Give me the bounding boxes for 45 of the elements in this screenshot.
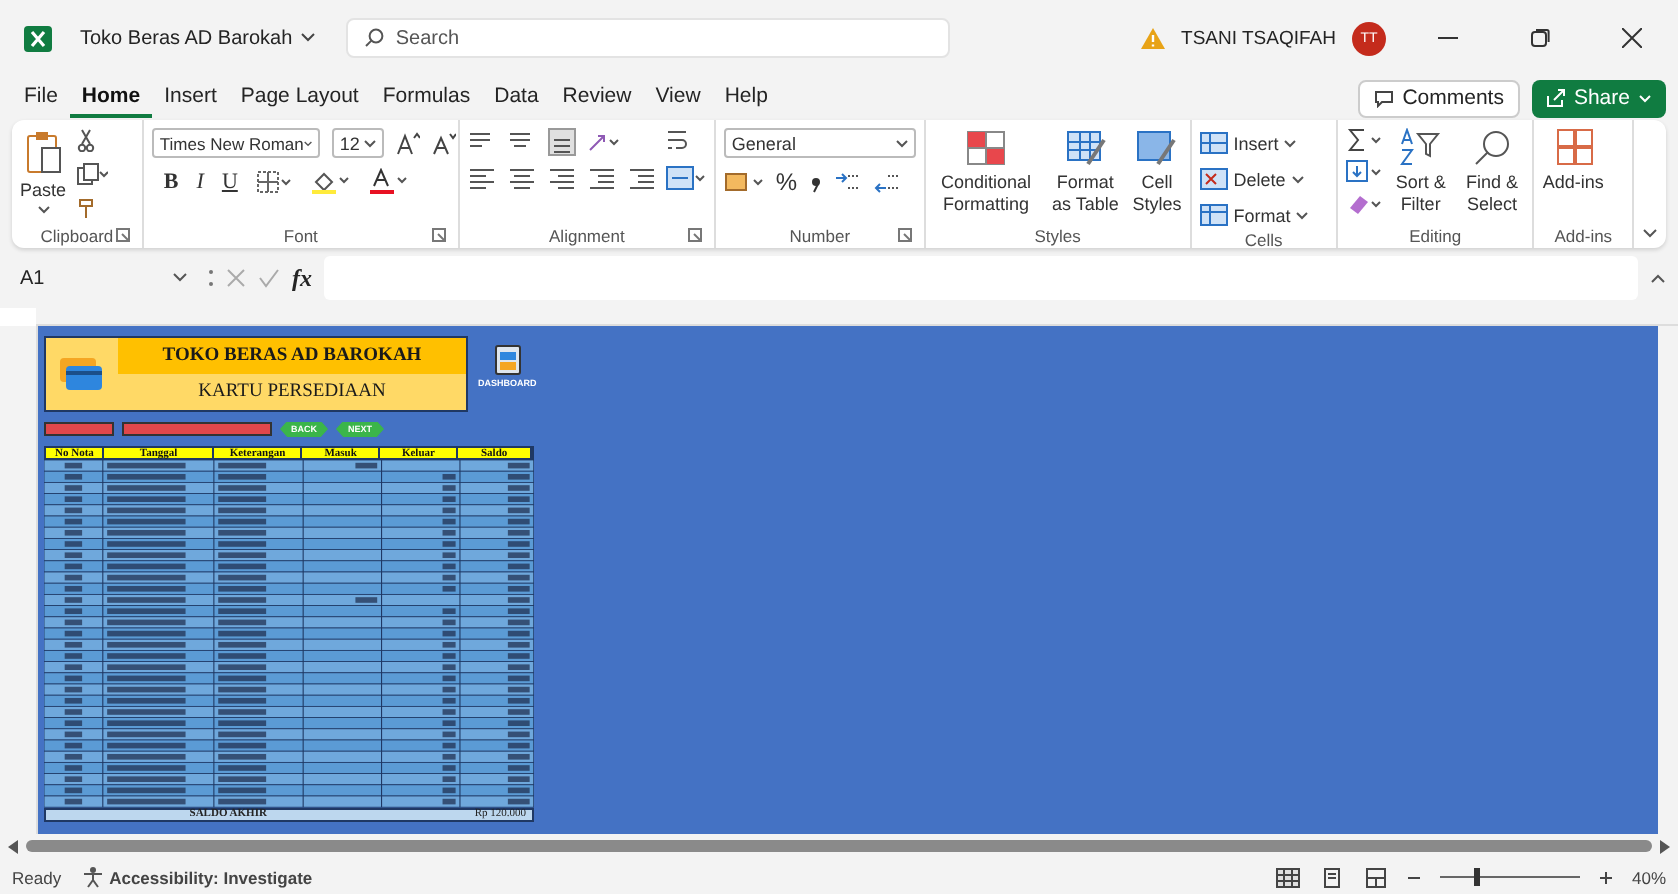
menu-tab[interactable]: Data xyxy=(482,78,551,118)
menu-tab[interactable]: Help xyxy=(712,78,780,118)
format-as-table-button[interactable]: Format as Table xyxy=(1048,128,1123,216)
menu-tab[interactable]: File xyxy=(12,78,70,118)
sheet-subtitle: KARTU PERSEDIAAN xyxy=(198,382,386,402)
number-format-field[interactable]: General xyxy=(723,128,916,158)
zoom-level[interactable]: 40% xyxy=(1631,867,1666,887)
status-text: Ready xyxy=(12,867,62,887)
editing-group-label: Editing xyxy=(1409,225,1462,245)
menu-tab[interactable]: Formulas xyxy=(370,78,483,118)
share-button[interactable]: Share xyxy=(1531,79,1666,117)
find-select-button[interactable]: Find & Select xyxy=(1459,128,1525,216)
delete-button[interactable]: Delete xyxy=(1199,164,1309,194)
sort-filter-button[interactable]: Sort & Filter xyxy=(1391,128,1450,216)
insert-button[interactable]: Insert xyxy=(1199,128,1309,158)
cell-styles-button[interactable]: Cell Styles xyxy=(1132,128,1182,216)
alignment-group-label: Alignment xyxy=(549,225,625,245)
menu-tab[interactable]: Page Layout xyxy=(228,78,371,118)
search-field[interactable]: Search xyxy=(345,18,950,58)
font-group-label: Font xyxy=(283,225,318,245)
percent-button[interactable]: % xyxy=(775,168,798,196)
menu-tab[interactable]: Insert xyxy=(152,78,229,118)
cells-group-label: Cells xyxy=(1244,230,1283,250)
workbook-title[interactable]: Toko Beras AD Barokah xyxy=(80,27,293,49)
add-ins-button[interactable]: Add-ins xyxy=(1542,128,1604,194)
menu-tab[interactable]: View xyxy=(643,78,713,118)
italic-button[interactable]: I xyxy=(196,169,204,193)
sheet-title: TOKO BERAS AD BAROKAH xyxy=(162,346,422,366)
format-button[interactable]: Format xyxy=(1199,200,1309,230)
conditional-formatting-button[interactable]: Conditional Formatting xyxy=(933,128,1039,216)
clipboard-group-label: Clipboard xyxy=(40,225,114,245)
insert-function-button[interactable]: fx xyxy=(292,263,312,293)
paste-button[interactable]: Paste xyxy=(20,128,67,214)
bold-button[interactable]: B xyxy=(163,169,179,193)
comments-button[interactable]: Comments xyxy=(1358,79,1520,117)
underline-button[interactable]: U xyxy=(221,169,238,193)
accessibility-status[interactable]: Accessibility: Investigate xyxy=(109,867,313,887)
menu-tab[interactable]: Review xyxy=(550,78,644,118)
number-group-label: Number xyxy=(789,225,851,245)
font-name-field[interactable]: Times New Roman xyxy=(151,128,320,158)
name-box[interactable]: A1 xyxy=(12,260,196,296)
user-name[interactable]: TSANI TSAQIFAH xyxy=(1181,27,1336,49)
font-size-field[interactable]: 12 xyxy=(331,128,384,158)
addins-group-label: Add-ins xyxy=(1554,225,1613,245)
styles-group-label: Styles xyxy=(1034,225,1081,245)
